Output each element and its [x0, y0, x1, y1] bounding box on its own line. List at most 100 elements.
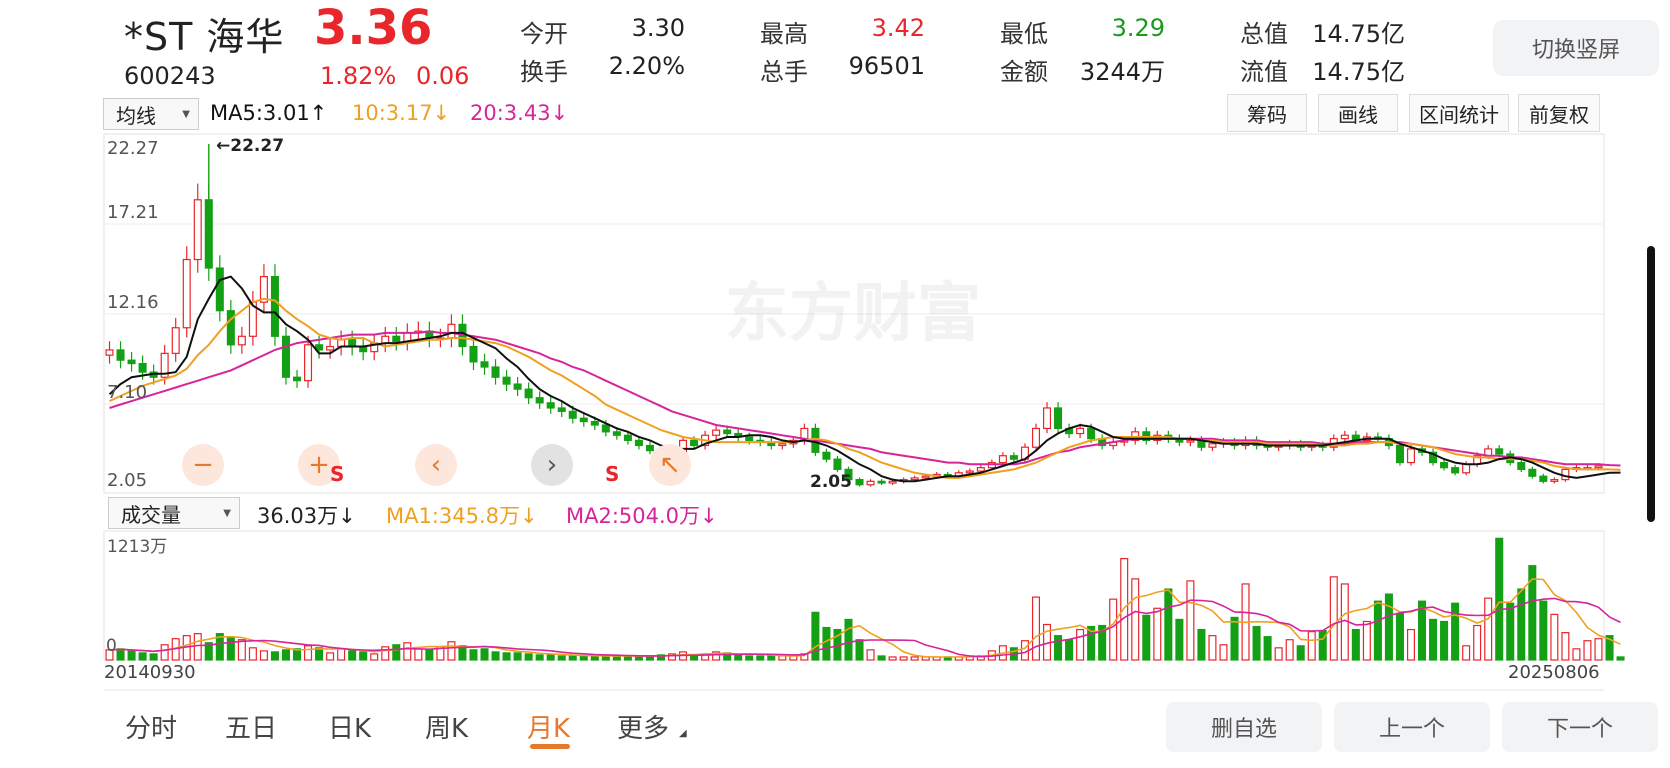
candle-body	[447, 323, 456, 339]
tab-five-day[interactable]: 五日	[225, 708, 277, 745]
more-caret-icon: ◢	[679, 728, 687, 739]
volume-bar	[392, 644, 401, 661]
y-tick-label: 22.27	[107, 138, 159, 159]
volume-bar	[1142, 614, 1151, 661]
volume-bar	[1186, 580, 1195, 661]
volume-bar	[1274, 647, 1283, 661]
y-tick-label: 12.16	[107, 292, 159, 313]
candle-body	[1340, 434, 1349, 440]
volume-bar	[502, 652, 511, 661]
volume-bar	[745, 655, 754, 661]
volume-bar	[1572, 648, 1581, 661]
volume-bar	[1417, 600, 1427, 661]
zoom-out-button[interactable]: −	[182, 444, 224, 486]
volume-bar	[579, 655, 588, 661]
kline-chart[interactable]: 东方财富 22.27 17.21 12.16 7.10 2.05	[0, 0, 1670, 768]
active-tab-underline	[530, 744, 570, 749]
volume-bar	[1440, 620, 1449, 661]
candle-body	[1440, 461, 1449, 469]
candle-body	[127, 359, 136, 365]
candle-body	[237, 335, 246, 346]
volume-bar	[1065, 639, 1074, 661]
volume-bar	[425, 649, 434, 661]
volume-bar	[899, 656, 908, 661]
volume-bar	[866, 649, 875, 661]
candle-body	[1031, 427, 1041, 448]
volume-select[interactable]: 成交量 ▼	[108, 497, 240, 529]
candle-body	[1076, 427, 1085, 435]
previous-button[interactable]: 上一个	[1334, 702, 1490, 752]
candle-body	[778, 443, 787, 447]
volume-bar	[403, 642, 412, 661]
volume-bar	[414, 648, 423, 661]
volume-bar	[469, 649, 478, 661]
volume-ma2: MA2:504.0万↓	[566, 504, 718, 528]
volume-bar	[535, 654, 544, 661]
candle-body	[1517, 461, 1526, 470]
tab-monthly[interactable]: 月K	[527, 708, 570, 745]
candle-body	[226, 310, 235, 346]
candle-body	[1550, 479, 1559, 482]
candle-body	[690, 439, 699, 447]
volume-bar	[248, 647, 257, 661]
candle-body	[579, 417, 588, 423]
watermark: 东方财富	[725, 277, 981, 351]
tab-weekly[interactable]: 周K	[425, 708, 468, 745]
scroll-left-button[interactable]: ‹	[415, 444, 457, 486]
volume-bar	[1561, 632, 1570, 661]
volume-bar	[811, 611, 820, 661]
volume-bar	[1230, 616, 1239, 661]
candle-body	[1594, 465, 1603, 469]
candle-body	[998, 455, 1007, 464]
candle-body	[1395, 444, 1404, 464]
candle-body	[612, 431, 621, 436]
candle-body	[1451, 467, 1460, 474]
remove-watchlist-button[interactable]: 删自选	[1166, 702, 1322, 752]
volume-bar	[734, 654, 743, 661]
max-marker: ←22.27	[216, 136, 285, 156]
volume-bar	[160, 644, 169, 661]
candle-body	[745, 436, 754, 441]
candle-body	[546, 402, 555, 409]
candle-body	[513, 383, 522, 390]
volume-bar	[304, 645, 313, 661]
volume-bar	[1462, 645, 1471, 661]
reset-button[interactable]: ↖	[649, 444, 691, 486]
next-button[interactable]: 下一个	[1502, 702, 1658, 752]
tab-more[interactable]: 更多	[617, 708, 669, 745]
volume-select-label: 成交量	[121, 502, 181, 527]
candle-body	[568, 410, 577, 419]
volume-ma-lines	[109, 578, 1621, 658]
candle-body	[1009, 455, 1018, 460]
candle-body	[469, 345, 478, 363]
volume-bar	[138, 652, 147, 661]
candle-body	[138, 362, 147, 373]
scroll-right-button[interactable]: ›	[531, 444, 573, 486]
volume-bar	[690, 655, 699, 661]
volume-ma1-line	[109, 578, 1621, 658]
tab-intraday[interactable]: 分时	[125, 708, 177, 745]
candle-body	[1406, 448, 1416, 464]
tab-daily[interactable]: 日K	[328, 708, 371, 745]
volume-bar	[491, 651, 500, 661]
volume-bar	[1285, 639, 1294, 661]
volume-bar	[1153, 607, 1162, 661]
volume-bar	[524, 653, 533, 661]
candle-body	[215, 267, 224, 312]
candle-body	[634, 439, 643, 447]
volume-bar	[1495, 537, 1504, 661]
volume-bar	[1054, 635, 1063, 661]
volume-bar	[822, 626, 831, 661]
volume-bar	[1351, 628, 1360, 661]
volume-bar	[1076, 628, 1085, 661]
volume-bar	[557, 655, 566, 661]
volume-bar	[1539, 600, 1548, 661]
scrollbar-thumb[interactable]	[1647, 246, 1655, 522]
volume-bar	[1373, 600, 1382, 661]
volume-bar	[127, 650, 136, 661]
x-end-date: 20250806	[1508, 662, 1600, 683]
volume-bar	[910, 656, 919, 661]
volume-bar	[370, 653, 379, 661]
volume-bar	[1031, 596, 1041, 661]
candle-body	[623, 434, 632, 441]
